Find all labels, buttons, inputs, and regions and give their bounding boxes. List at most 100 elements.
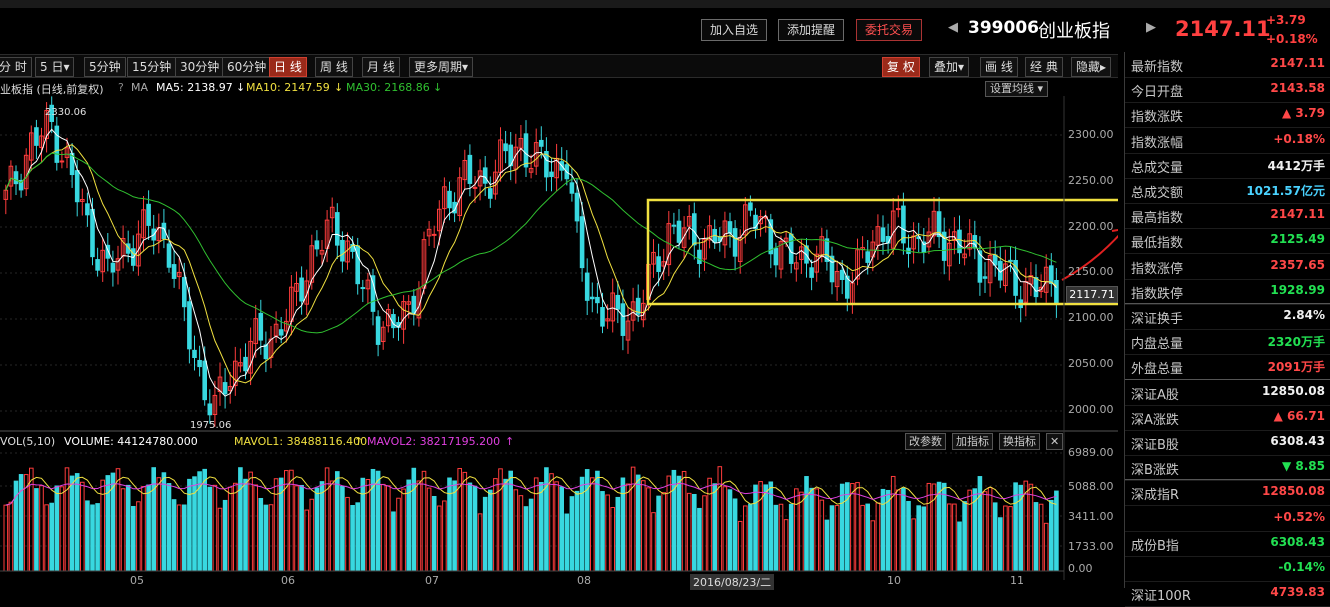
quote-row: 深A涨跌 ▲ 66.71 xyxy=(1125,405,1330,431)
quote-value-text: 8.85 xyxy=(1295,459,1325,474)
candle-down xyxy=(503,143,508,152)
volume-bar xyxy=(732,498,738,572)
quote-label: 指数涨跌 xyxy=(1131,110,1184,126)
candle-down xyxy=(590,296,595,300)
quote-value: 2143.58 xyxy=(1270,81,1325,95)
last-price-tag: 2117.71 xyxy=(1066,286,1118,303)
candle-up xyxy=(896,208,901,211)
volume-bar xyxy=(554,481,559,572)
volume-bar xyxy=(217,507,223,572)
volume-bar xyxy=(74,473,80,572)
quote-value: ▲ 66.71 xyxy=(1274,409,1325,423)
quote-label: 今日开盘 xyxy=(1131,85,1184,101)
volume-bar xyxy=(880,488,886,572)
quote-label: 内盘总量 xyxy=(1131,337,1184,353)
volume-bar xyxy=(630,466,636,572)
candle-down xyxy=(982,276,988,279)
candle-down xyxy=(656,256,661,272)
volume-bar xyxy=(957,521,962,572)
candle-down xyxy=(488,188,493,199)
volume-bar xyxy=(477,513,483,572)
candle-down xyxy=(375,316,381,345)
volume-bar xyxy=(227,486,233,572)
volume-bar xyxy=(64,467,70,572)
volume-bar xyxy=(804,476,809,572)
quote-label: 指数跌停 xyxy=(1131,286,1184,302)
low-annotation: 1975.06 xyxy=(190,420,232,431)
quote-value-text: 3.79 xyxy=(1295,106,1325,121)
candle-down xyxy=(263,344,269,360)
volume-bar xyxy=(386,485,391,572)
quote-value-text: 2143.58 xyxy=(1270,81,1325,96)
quote-label: 成份B指 xyxy=(1131,538,1179,554)
quote-label: 深证100R xyxy=(1131,589,1191,605)
close-icon[interactable]: ✕ xyxy=(1046,433,1064,450)
quote-row: 指数跌停 1928.99 xyxy=(1125,279,1330,305)
volume-bar xyxy=(263,504,269,572)
volume-bar xyxy=(641,480,646,572)
next-stock-icon[interactable]: ▶ xyxy=(1146,20,1156,35)
volume-bar xyxy=(90,504,95,572)
volume-value: VOLUME: 44124780.000 xyxy=(64,435,198,448)
volume-bar xyxy=(319,481,325,572)
candlestick-chart[interactable] xyxy=(0,0,1118,588)
volume-bar xyxy=(426,487,432,572)
volume-bar xyxy=(518,495,524,572)
quote-label: 深成指R xyxy=(1131,488,1180,504)
quote-value: ▼ 8.85 xyxy=(1282,459,1325,473)
volume-bar xyxy=(1054,490,1059,572)
volume-bar xyxy=(962,501,967,572)
volume-bar xyxy=(340,485,345,572)
volume-bar xyxy=(952,503,957,572)
volume-bar xyxy=(39,485,44,572)
candle-down xyxy=(1033,277,1039,298)
vol-label: VOL(5,10) xyxy=(0,435,56,448)
quote-value: 6308.43 xyxy=(1270,434,1325,448)
edit-params-button[interactable]: 改参数 xyxy=(905,433,946,450)
volume-bar xyxy=(482,496,488,572)
quote-value-text: 1021.57亿元 xyxy=(1246,184,1325,198)
switch-indicator-button[interactable]: 换指标 xyxy=(999,433,1040,450)
volume-bars-layer xyxy=(3,466,1059,572)
volume-bar xyxy=(23,474,29,572)
volume-bar xyxy=(59,486,65,572)
volume-bar xyxy=(131,505,136,572)
volume-tick: 1733.00 xyxy=(1068,540,1114,553)
volume-bar xyxy=(431,495,437,572)
volume-bar xyxy=(702,495,707,572)
quote-value-text: 2320万手 xyxy=(1267,335,1325,350)
price-tick: 2300.00 xyxy=(1068,128,1114,141)
volume-bar xyxy=(182,504,187,572)
add-indicator-button[interactable]: 加指标 xyxy=(952,433,993,450)
quote-value: 12850.08 xyxy=(1262,384,1325,398)
volume-bar xyxy=(875,502,881,572)
quote-value: 1928.99 xyxy=(1270,283,1325,297)
volume-bar xyxy=(1043,522,1049,572)
volume-bar xyxy=(890,475,896,572)
candle-down xyxy=(467,154,473,184)
candle-down xyxy=(222,382,228,395)
quote-value-text: +0.52% xyxy=(1273,509,1325,524)
candle-down xyxy=(146,203,151,226)
quote-value-text: 1928.99 xyxy=(1270,282,1325,297)
candle-down xyxy=(620,303,626,336)
volume-bar xyxy=(819,499,825,572)
volume-bar xyxy=(559,486,565,572)
candle-down xyxy=(13,171,19,185)
volume-bar xyxy=(329,480,335,572)
candle-down xyxy=(335,212,340,246)
x-tick: 10 xyxy=(887,574,901,587)
candle-down xyxy=(202,360,207,401)
volume-bar xyxy=(401,488,406,572)
volume-bar xyxy=(936,481,942,572)
volume-bar xyxy=(523,506,529,572)
volume-bar xyxy=(748,503,753,572)
candle-down xyxy=(278,329,284,336)
candle-down xyxy=(549,171,554,178)
quote-value: 2091万手 xyxy=(1268,358,1325,375)
volume-bar xyxy=(855,482,860,572)
quote-row: 今日开盘 2143.58 xyxy=(1125,77,1330,104)
quote-value: -0.14% xyxy=(1278,560,1325,574)
volume-bar xyxy=(345,496,350,572)
volume-bar xyxy=(156,477,162,572)
